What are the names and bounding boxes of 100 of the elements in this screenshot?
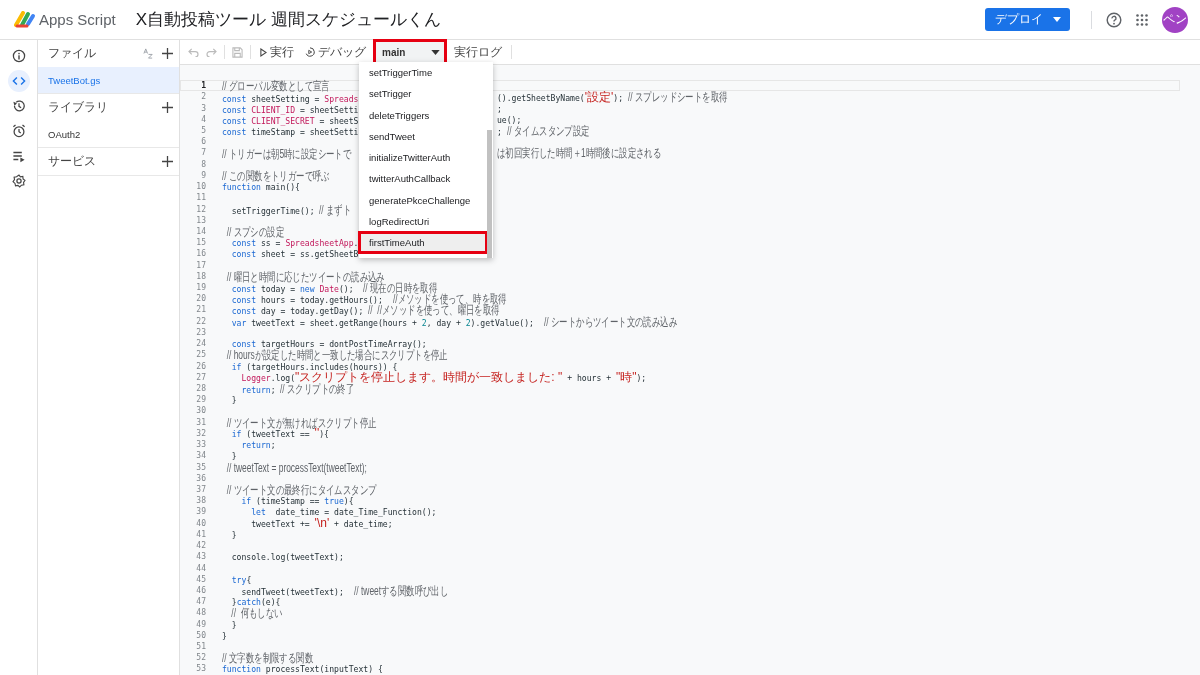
line-number: 45 — [195, 574, 206, 584]
file-item[interactable]: TweetBot.gs — [38, 67, 179, 93]
code-line: // ツイート文の最終行にタイムスタンプ — [225, 484, 378, 495]
avatar[interactable]: ペン — [1162, 6, 1188, 33]
caret-icon — [431, 49, 440, 55]
code-line: } — [230, 618, 237, 630]
section-title: サービス — [48, 153, 97, 170]
line-number: 20 — [195, 294, 206, 304]
code-line: tweetText += '\n' + date_time; — [250, 517, 393, 529]
code-line: ue(); — [497, 113, 522, 125]
info-icon — [11, 49, 26, 63]
code-line: } — [230, 450, 237, 462]
line-number: 3 — [200, 103, 206, 113]
line-number: 29 — [195, 395, 206, 405]
menu-item[interactable]: initializeTwitterAuth — [359, 147, 487, 169]
file-item[interactable]: OAuth2 — [38, 121, 179, 147]
line-number: 35 — [195, 462, 206, 472]
add-icon[interactable] — [162, 156, 173, 167]
code-line: const day = today.getDay(); // //メソッドを使って、曜日を取得 — [230, 304, 500, 316]
function-select[interactable]: main — [376, 42, 444, 62]
line-number: 26 — [195, 361, 206, 371]
code-line: ; — [497, 103, 502, 114]
line-number: 50 — [195, 630, 206, 640]
code-line: // 文字数を制限する関数 — [222, 652, 313, 664]
code-line: const sheetSetting = Spreads — [222, 92, 359, 104]
add-icon[interactable] — [162, 102, 173, 113]
apps-grid-icon[interactable] — [1136, 13, 1148, 26]
code-line: // グローバル変数として宣言 — [222, 80, 331, 92]
menu-item[interactable]: firstTimeAuth — [359, 232, 487, 254]
code-line: const ss = SpreadsheetApp. — [230, 238, 359, 249]
caret-icon — [1053, 17, 1061, 22]
section-title: ライブラリ — [48, 99, 109, 116]
line-number: 28 — [195, 384, 206, 393]
code-line: // ツイート文が無ければスクリプト停止 — [225, 416, 378, 428]
line-number: 33 — [195, 440, 206, 450]
settings-icon — [11, 174, 26, 188]
line-number: 13 — [195, 215, 206, 225]
menu-item[interactable]: generatePkceChallenge — [359, 189, 487, 211]
deploy-button[interactable]: デプロイ — [985, 8, 1070, 31]
line-number: 23 — [195, 327, 206, 337]
add-icon[interactable] — [162, 48, 173, 59]
debug-button[interactable]: デバッグ — [303, 42, 368, 62]
line-number: 42 — [195, 541, 206, 551]
scrollbar-thumb[interactable] — [487, 130, 492, 258]
line-number: 16 — [195, 249, 206, 259]
menu-item[interactable]: logRedirectUri — [359, 210, 487, 232]
debug-icon — [305, 47, 315, 57]
code-line: ().getSheetByName('設定'); // スプレッドシートを取得 — [497, 91, 729, 103]
code-line: // スプシの設定 — [225, 225, 286, 237]
line-number: 27 — [195, 372, 206, 382]
app-name: Apps Script — [39, 11, 116, 28]
help-icon[interactable] — [1106, 11, 1122, 28]
menu-item[interactable]: sendTweet — [359, 125, 487, 147]
line-number: 14 — [195, 226, 206, 236]
code-line: const timeStamp = sheetSetti — [222, 126, 359, 138]
list-icon — [11, 149, 26, 163]
line-number: 8 — [200, 159, 206, 169]
menu-item[interactable]: deleteTriggers — [359, 104, 487, 126]
line-number: 53 — [195, 664, 206, 674]
code-line: // hoursが設定した時間と一致した場合にスクリプトを停止 — [225, 349, 449, 361]
run-button[interactable]: 実行 — [258, 42, 296, 62]
line-number: 15 — [195, 238, 206, 248]
code-line: const CLIENT_SECRET = sheetS — [222, 115, 359, 127]
menu-item[interactable]: setTrigger — [359, 83, 487, 105]
code-line: } — [222, 629, 227, 641]
line-number: 52 — [195, 653, 206, 663]
line-number: 30 — [195, 406, 206, 416]
logo-icon — [14, 10, 36, 29]
menu-item[interactable]: setTriggerTime — [359, 62, 487, 84]
line-number: 51 — [195, 642, 206, 652]
line-number: 5 — [200, 126, 206, 135]
code-line: は初回実行した時間＋1時間後に設定される — [497, 147, 663, 159]
line-number: 12 — [195, 204, 206, 214]
project-title[interactable]: X自動投稿ツール 週間スケジュールくん — [135, 8, 441, 31]
menu-item[interactable]: twitterAuthCallback — [359, 168, 487, 190]
code-line: function processText(inputText) { — [222, 664, 383, 675]
code-line: // 何もしない — [230, 607, 284, 619]
line-number: 36 — [195, 473, 206, 483]
line-number: 32 — [195, 428, 206, 438]
code-line: return; // スクリプトの終了 — [240, 383, 355, 394]
line-number: 22 — [195, 316, 206, 326]
line-number: 46 — [195, 585, 206, 595]
line-number: 47 — [195, 597, 206, 607]
code-line: const sheet = ss.getSheetB — [230, 248, 359, 260]
code-line: setTriggerTime(); // まずト — [230, 203, 353, 215]
line-number: 48 — [195, 608, 206, 618]
line-number: 44 — [195, 563, 206, 573]
history-icon — [11, 99, 26, 113]
line-number: 6 — [200, 137, 206, 147]
section-title: ファイル — [48, 45, 97, 62]
code-line: const today = new Date(); // 現在の日時を取得 — [230, 282, 438, 294]
line-number: 2 — [200, 92, 206, 102]
log-button[interactable]: 実行ログ — [452, 42, 504, 62]
line-number: 25 — [195, 350, 206, 360]
code-line: function main(){ — [222, 182, 300, 193]
line-number: 17 — [195, 260, 206, 270]
line-number: 39 — [195, 507, 206, 517]
code-line: Logger.log("スクリプトを停止します。時間が一致しました: " + hours + "時"); — [241, 371, 647, 383]
line-number: 10 — [195, 182, 206, 192]
code-line: try{ — [230, 573, 252, 585]
